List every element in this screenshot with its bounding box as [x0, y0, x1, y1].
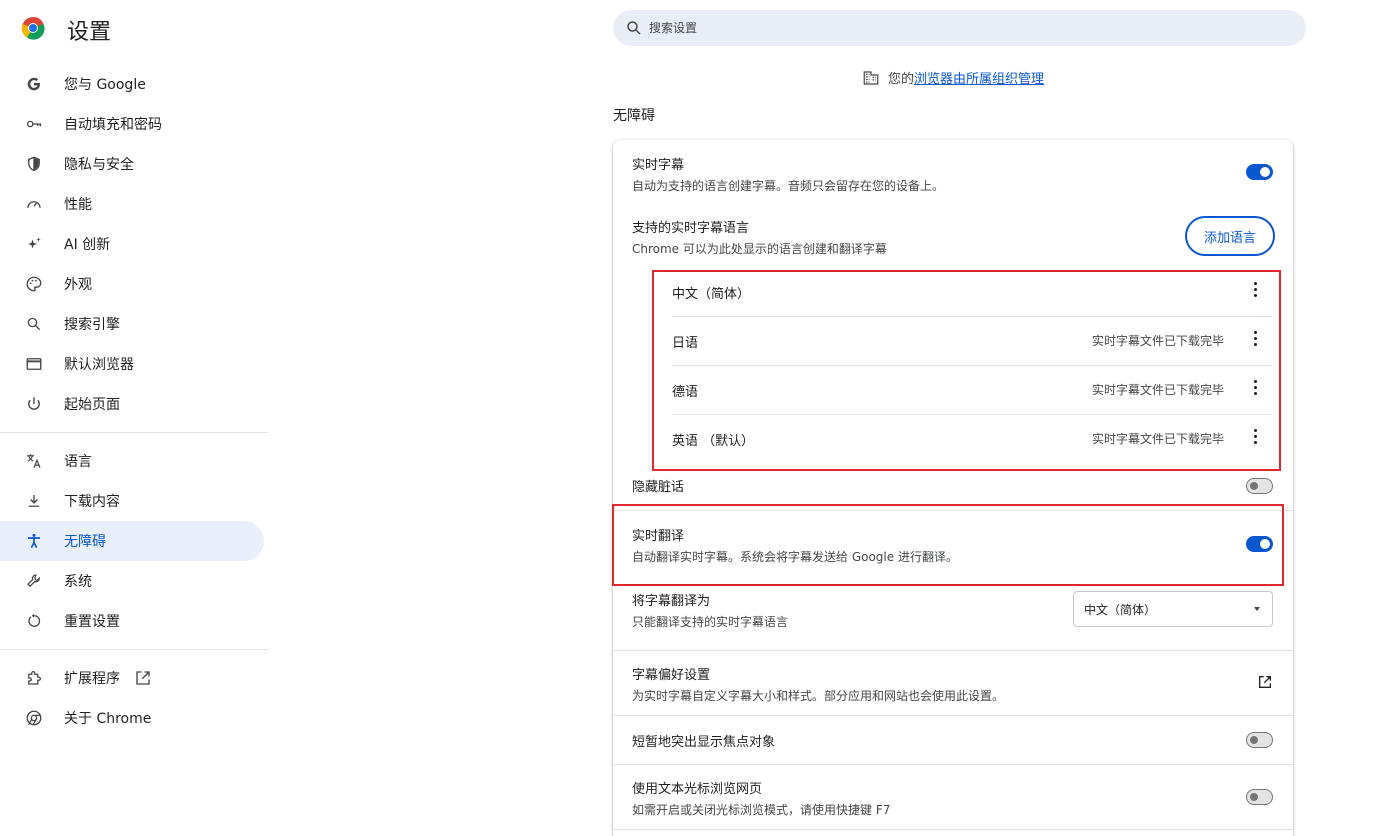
caption-languages-desc: Chrome 可以为此处显示的语言创建和翻译字幕 — [632, 242, 887, 256]
power-icon — [24, 394, 44, 414]
highlight-box-languages — [652, 270, 1281, 471]
managed-link[interactable]: 浏览器由所属组织管理 — [914, 68, 1044, 87]
translate-to-select[interactable]: 中文（简体） — [1073, 591, 1273, 627]
puzzle-icon — [24, 668, 44, 688]
sidebar-item-label: 默认浏览器 — [64, 357, 134, 373]
live-caption-toggle[interactable] — [1246, 164, 1273, 180]
caption-prefs-desc: 为实时字幕自定义字幕大小和样式。部分应用和网站也会使用此设置。 — [632, 689, 1005, 703]
sidebar-item-label: 关于 Chrome — [64, 711, 152, 727]
sidebar-item-search-engine[interactable]: 搜索引擎 — [0, 304, 268, 344]
page-title: 设置 — [67, 20, 112, 45]
search-icon — [24, 314, 44, 334]
sparkle-icon — [24, 234, 44, 254]
caption-prefs-row[interactable]: 字幕偏好设置 为实时字幕自定义字幕大小和样式。部分应用和网站也会使用此设置。 — [613, 664, 1293, 704]
sidebar-item-label: 您与 Google — [64, 77, 146, 93]
sidebar-item-label: 搜索引擎 — [64, 317, 120, 333]
focus-highlight-row[interactable]: 短暂地突出显示焦点对象 — [613, 731, 1293, 755]
caret-browsing-desc: 如需开启或关闭光标浏览模式，请使用快捷键 F7 — [632, 803, 891, 817]
sidebar-item-label: 扩展程序 — [64, 671, 120, 687]
live-caption-desc: 自动为支持的语言创建字幕。音频只会留存在您的设备上。 — [632, 179, 945, 193]
sidebar-item-label: 起始页面 — [64, 397, 120, 413]
sidebar-divider — [0, 432, 268, 433]
live-caption-row[interactable]: 实时字幕 自动为支持的语言创建字幕。音频只会留存在您的设备上。 — [613, 154, 1293, 202]
sidebar-item-accessibility[interactable]: 无障碍 — [0, 521, 264, 561]
translate-to-title: 将字幕翻译为 — [632, 594, 711, 609]
sidebar-divider — [0, 649, 268, 650]
sidebar-item-label: 自动填充和密码 — [64, 117, 162, 133]
sidebar-item-languages[interactable]: 语言 — [0, 441, 268, 481]
wrench-icon — [24, 571, 44, 591]
search-bar[interactable] — [613, 10, 1306, 46]
hide-profanity-row[interactable]: 隐藏脏话 — [613, 476, 1293, 500]
hide-profanity-toggle[interactable] — [1246, 478, 1273, 494]
sidebar-item-system[interactable]: 系统 — [0, 561, 268, 601]
caret-browsing-toggle[interactable] — [1246, 789, 1273, 805]
focus-highlight-title: 短暂地突出显示焦点对象 — [632, 735, 776, 750]
sidebar-item-label: 外观 — [64, 277, 92, 293]
sidebar-item-label: 隐私与安全 — [64, 157, 134, 173]
managed-prefix: 您的 — [888, 72, 915, 87]
live-caption-title: 实时字幕 — [632, 158, 685, 173]
sidebar-item-reset[interactable]: 重置设置 — [0, 601, 268, 641]
sidebar-item-performance[interactable]: 性能 — [0, 184, 268, 224]
highlight-box-live-translate — [612, 504, 1284, 586]
divider — [613, 829, 1293, 830]
sidebar-item-about-chrome[interactable]: 关于 Chrome — [0, 698, 268, 738]
caret-browsing-title: 使用文本光标浏览网页 — [632, 782, 763, 797]
sidebar-item-label: 语言 — [64, 454, 92, 470]
translate-to-desc: 只能翻译支持的实时字幕语言 — [632, 615, 789, 629]
chrome-logo-icon — [21, 16, 45, 40]
sidebar-item-default-browser[interactable]: 默认浏览器 — [0, 344, 268, 384]
sidebar-item-label: 下载内容 — [64, 494, 120, 510]
open-in-new-icon[interactable] — [1257, 674, 1273, 690]
sidebar-item-on-startup[interactable]: 起始页面 — [0, 384, 268, 424]
focus-highlight-toggle[interactable] — [1246, 732, 1273, 748]
sidebar-item-label: AI 创新 — [64, 237, 111, 253]
sidebar-item-ai[interactable]: AI 创新 — [0, 224, 268, 264]
add-language-button[interactable]: 添加语言 — [1185, 216, 1275, 256]
divider — [613, 650, 1293, 651]
hide-profanity-title: 隐藏脏话 — [632, 480, 685, 495]
divider — [613, 764, 1293, 765]
dropdown-caret-icon — [1254, 607, 1260, 611]
sidebar-item-extensions[interactable]: 扩展程序 — [0, 658, 268, 698]
reset-icon — [24, 611, 44, 631]
translate-to-row: 将字幕翻译为 只能翻译支持的实时字幕语言 中文（简体） — [613, 590, 1293, 630]
sidebar-item-privacy[interactable]: 隐私与安全 — [0, 144, 268, 184]
sidebar: 您与 Google 自动填充和密码 隐私与安全 性能 AI 创新 外观 搜索引擎… — [0, 64, 268, 738]
sidebar-item-label: 系统 — [64, 574, 92, 590]
sidebar-item-label: 重置设置 — [64, 614, 120, 630]
building-icon — [863, 70, 879, 85]
divider — [613, 715, 1293, 716]
sidebar-item-you-and-google[interactable]: 您与 Google — [0, 64, 268, 104]
search-icon — [627, 21, 641, 35]
download-icon — [24, 491, 44, 511]
translate-icon — [24, 451, 44, 471]
translate-to-selected: 中文（简体） — [1084, 602, 1157, 617]
sidebar-item-label: 性能 — [64, 197, 92, 213]
key-icon — [24, 114, 44, 134]
accessibility-icon — [24, 531, 44, 551]
external-link-icon — [136, 671, 150, 685]
sidebar-item-appearance[interactable]: 外观 — [0, 264, 268, 304]
shield-icon — [24, 154, 44, 174]
caption-languages-title: 支持的实时字幕语言 — [632, 221, 750, 236]
caption-prefs-title: 字幕偏好设置 — [632, 668, 711, 683]
chrome-icon — [24, 708, 44, 728]
caret-browsing-row[interactable]: 使用文本光标浏览网页 如需开启或关闭光标浏览模式，请使用快捷键 F7 — [613, 778, 1293, 818]
speedometer-icon — [24, 194, 44, 214]
sidebar-item-label: 无障碍 — [64, 534, 106, 550]
palette-icon — [24, 274, 44, 294]
sidebar-item-autofill[interactable]: 自动填充和密码 — [0, 104, 268, 144]
accessibility-card: 实时字幕 自动为支持的语言创建字幕。音频只会留存在您的设备上。 支持的实时字幕语… — [613, 140, 1293, 836]
section-title: 无障碍 — [613, 108, 655, 124]
browser-window-icon — [24, 354, 44, 374]
search-input[interactable] — [649, 21, 1249, 35]
google-g-icon — [24, 74, 44, 94]
managed-notice: 您的 浏览器由所属组织管理 — [862, 68, 1044, 87]
sidebar-item-downloads[interactable]: 下载内容 — [0, 481, 268, 521]
